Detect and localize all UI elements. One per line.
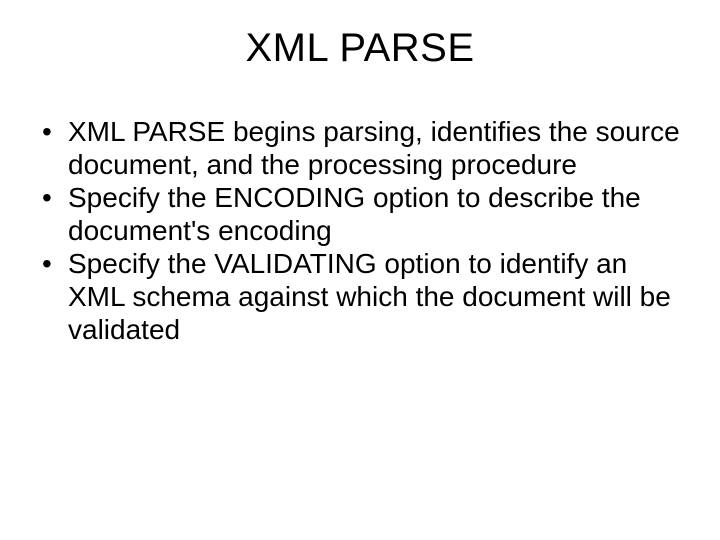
slide-title: XML PARSE	[30, 26, 690, 71]
list-item: Specify the VALIDATING option to identif…	[38, 247, 682, 346]
list-item: Specify the ENCODING option to describe …	[38, 181, 682, 247]
list-item: XML PARSE begins parsing, identifies the…	[38, 115, 682, 181]
slide: XML PARSE XML PARSE begins parsing, iden…	[0, 0, 720, 540]
bullet-list: XML PARSE begins parsing, identifies the…	[30, 115, 690, 346]
